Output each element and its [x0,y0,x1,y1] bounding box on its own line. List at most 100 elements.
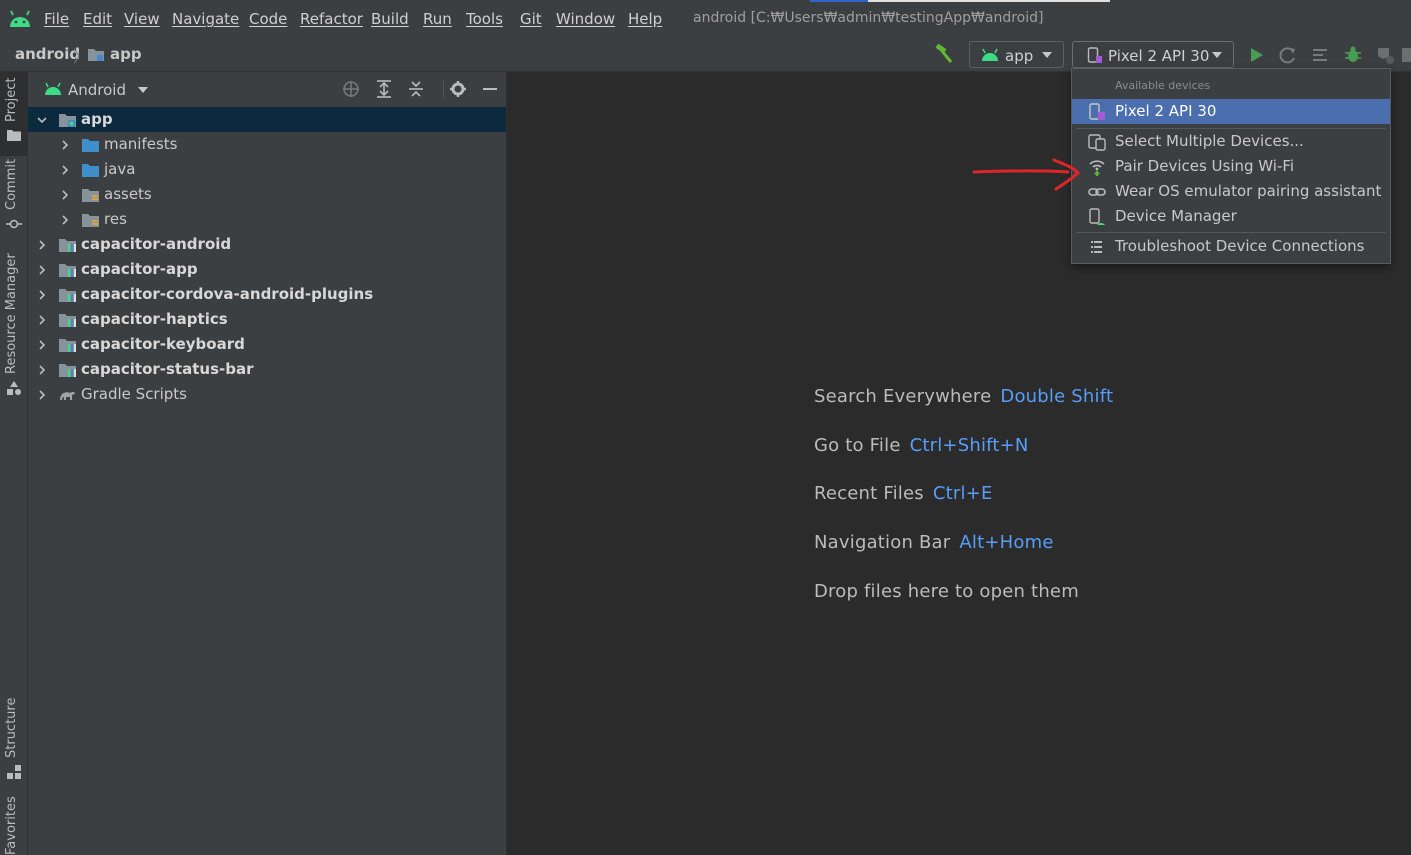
chevron-right-icon[interactable] [36,289,48,301]
tree-row-capacitor-android[interactable]: capacitor-android [28,232,506,257]
debug-icon[interactable] [1343,45,1363,65]
link-icon [1088,188,1106,196]
build-hammer-icon[interactable] [933,44,955,64]
tree-row-gradle-scripts[interactable]: Gradle Scripts [28,382,506,407]
tree-label: assets [104,185,152,203]
chevron-down-icon[interactable] [36,114,48,126]
breadcrumb-project[interactable]: android [15,45,80,63]
menu-tools[interactable]: Tools [466,10,503,28]
tab-project[interactable]: Project [0,72,28,156]
chevron-right-icon[interactable] [36,364,48,376]
tab-favorites[interactable]: Favorites [0,796,28,855]
dropdown-item-select-multiple-devices[interactable]: Select Multiple Devices... [1072,129,1390,154]
tree-row-manifests[interactable]: manifests [28,132,506,157]
chevron-right-icon[interactable] [59,214,71,226]
gear-icon[interactable] [448,80,468,98]
tab-resource-manager[interactable]: Resource Manager [0,253,28,400]
tree-row-capacitor-keyboard[interactable]: capacitor-keyboard [28,332,506,357]
project-view-selector[interactable]: Android [68,81,126,99]
breadcrumb-module[interactable]: app [110,45,142,63]
list-icon [1091,241,1102,253]
chevron-right-icon[interactable] [59,139,71,151]
menu-build[interactable]: Build [371,10,409,28]
device-dropdown-menu: Available devices Pixel 2 API 30 Select … [1071,68,1391,264]
hint-shortcut: Alt+Home [959,532,1054,553]
window-title: android [C:₩Users₩admin₩testingApp₩andro… [693,10,1044,26]
tree-row-res[interactable]: res [28,207,506,232]
chevron-right-icon[interactable] [36,239,48,251]
chevron-right-icon[interactable] [36,389,48,401]
hint-label: Drop files here to open them [814,581,1079,602]
android-icon [982,48,998,61]
device-selector-dropdown[interactable]: Pixel 2 API 30 [1072,41,1234,68]
attach-debugger-icon[interactable] [1400,45,1411,65]
tree-label: capacitor-haptics [81,310,228,328]
dropdown-item-pixel-2-api-30[interactable]: Pixel 2 API 30 [1072,99,1390,124]
menu-run[interactable]: Run [423,10,452,28]
chevron-right-icon[interactable] [36,339,48,351]
hint-shortcut: Ctrl+Shift+N [909,435,1029,456]
chevron-right-icon[interactable] [36,264,48,276]
locate-target-icon[interactable] [341,80,361,98]
library-module-icon [59,289,76,302]
dropdown-item-label: Troubleshoot Device Connections [1115,237,1365,255]
hint-label: Recent Files [814,483,924,504]
tree-row-app[interactable]: app [28,107,506,132]
tree-row-capacitor-haptics[interactable]: capacitor-haptics [28,307,506,332]
dropdown-item-label: Pair Devices Using Wi-Fi [1115,157,1295,175]
menu-refactor[interactable]: Refactor [300,10,363,28]
tree-label: res [104,210,127,228]
chevron-right-icon[interactable] [59,189,71,201]
left-tool-window-strip: Project Commit Resource Manager Structur… [0,72,28,855]
dropdown-item-label: Pixel 2 API 30 [1115,102,1217,120]
project-panel-header: Android [28,72,507,106]
menu-file[interactable]: File [44,10,69,28]
profile-icon[interactable] [1375,45,1395,65]
tab-structure[interactable]: Structure [0,692,28,782]
menu-code[interactable]: Code [249,10,287,28]
android-studio-logo-icon [10,10,30,27]
expand-all-icon[interactable] [374,80,394,98]
tab-commit[interactable]: Commit [0,158,28,232]
toolbar-divider [443,81,444,98]
apply-code-changes-icon[interactable] [1311,45,1331,65]
tree-row-assets[interactable]: assets [28,182,506,207]
dropdown-divider [1076,232,1386,233]
phone-device-icon [1089,103,1105,120]
menu-window[interactable]: Window [556,10,615,28]
menu-edit[interactable]: Edit [83,10,112,28]
tree-label: capacitor-app [81,260,198,278]
menu-help[interactable]: Help [628,10,662,28]
tab-commit-label: Commit [4,158,19,210]
hide-panel-icon[interactable] [480,80,500,98]
dropdown-item-wear-os-pairing[interactable]: Wear OS emulator pairing assistant [1072,179,1390,204]
tree-label: capacitor-keyboard [81,335,245,353]
dropdown-item-pair-devices-wifi[interactable]: Pair Devices Using Wi-Fi [1072,154,1390,179]
run-configuration-dropdown[interactable]: app [969,41,1064,68]
dropdown-item-device-manager[interactable]: Device Manager [1072,204,1390,229]
folder-icon [82,164,99,177]
apply-changes-restart-icon[interactable] [1278,45,1298,65]
resource-folder-icon [82,214,99,227]
menu-navigate[interactable]: Navigate [172,10,239,28]
multiple-devices-icon [1088,134,1106,151]
hint-search-everywhere: Search Everywhere Double Shift [814,386,1113,407]
tree-row-capacitor-app[interactable]: capacitor-app [28,257,506,282]
resource-manager-icon [7,381,21,395]
library-module-icon [59,264,76,277]
chevron-right-icon[interactable] [59,164,71,176]
collapse-all-icon[interactable] [406,80,426,98]
chevron-down-icon[interactable] [138,87,148,93]
tree-row-capacitor-cordova-android-plugins[interactable]: capacitor-cordova-android-plugins [28,282,506,307]
hint-navigation-bar: Navigation Bar Alt+Home [814,532,1054,553]
menu-git[interactable]: Git [520,10,542,28]
run-icon[interactable] [1246,45,1266,65]
tree-row-java[interactable]: java [28,157,506,182]
chevron-right-icon[interactable] [36,314,48,326]
dropdown-item-troubleshoot[interactable]: Troubleshoot Device Connections [1072,234,1390,259]
title-bar-accent [868,0,1110,2]
tree-label: Gradle Scripts [81,385,187,403]
tree-row-capacitor-status-bar[interactable]: capacitor-status-bar [28,357,506,382]
menu-view[interactable]: View [124,10,160,28]
phone-device-icon [1087,47,1102,63]
